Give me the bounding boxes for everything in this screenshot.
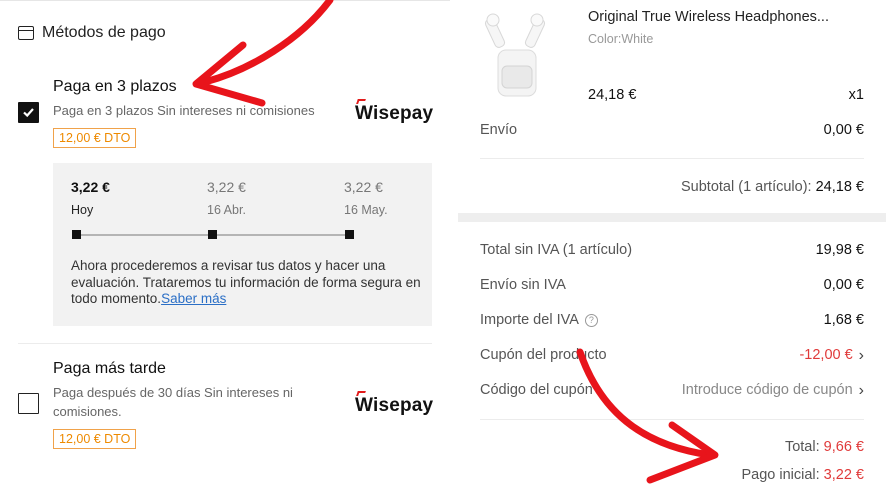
- total-value: 9,66 €: [823, 439, 864, 455]
- top-divider: [0, 0, 450, 4]
- check-icon: [23, 108, 34, 118]
- installment-2: 3,22 € 16 Abr.: [207, 179, 246, 217]
- option-title-pay-later: Paga más tarde: [53, 360, 166, 377]
- summary-value: 1,68 €: [823, 312, 864, 328]
- installment-amount: 3,22 €: [71, 179, 110, 195]
- subtotal-value: 24,18 €: [815, 179, 864, 195]
- wisepay-logo: Wisepay: [355, 99, 433, 125]
- divider: [18, 343, 432, 344]
- vat-row: Importe del IVA?: [480, 312, 598, 328]
- installments-checkbox[interactable]: [18, 102, 39, 123]
- coupon-code-row[interactable]: Introduce código de cupón ›: [682, 381, 864, 399]
- chevron-right-icon: ›: [858, 347, 864, 364]
- option-title-installments: Paga en 3 plazos: [53, 78, 177, 95]
- coupon-product-label: Cupón del producto: [480, 347, 607, 363]
- coupon-code-label: Código del cupón: [480, 382, 593, 398]
- total: Total: 9,66 €: [785, 439, 864, 455]
- payment-methods-header: Métodos de pago: [18, 24, 166, 42]
- discount-badge: 12,00 € DTO: [53, 128, 137, 148]
- product-quantity: x1: [848, 87, 864, 103]
- pay-later-checkbox[interactable]: [18, 393, 39, 414]
- initial-payment: Pago inicial: 3,22 €: [741, 467, 864, 483]
- timeline-dot: [345, 230, 354, 239]
- installment-date: 16 Abr.: [207, 203, 246, 217]
- total-label: Total:: [784, 439, 820, 455]
- product-color: Color:White: [588, 32, 654, 46]
- shipping-label: Envío: [480, 122, 518, 138]
- option-subtitle-installments: Paga en 3 plazos Sin intereses ni comisi…: [53, 103, 315, 118]
- learn-more-link[interactable]: Saber más: [161, 291, 226, 306]
- subtotal: Subtotal (1 artículo): 24,18 €: [681, 179, 864, 195]
- summary-label: Envío sin IVA: [480, 277, 566, 293]
- initial-payment-label: Pago inicial:: [741, 467, 820, 483]
- timeline-dot: [208, 230, 217, 239]
- installment-amount: 3,22 €: [207, 179, 246, 195]
- payment-methods-title: Métodos de pago: [42, 24, 166, 41]
- summary-label: Total sin IVA (1 artículo): [480, 242, 633, 258]
- installment-amount: 3,22 €: [344, 179, 383, 195]
- product-price: 24,18 €: [588, 87, 637, 103]
- summary-label: Importe del IVA: [480, 312, 579, 328]
- divider: [480, 419, 864, 420]
- coupon-code-placeholder: Introduce código de cupón: [681, 382, 853, 398]
- shipping-value: 0,00 €: [823, 122, 864, 138]
- help-icon[interactable]: ?: [584, 314, 598, 327]
- card-icon: [18, 26, 34, 40]
- installment-date: 16 May.: [344, 203, 388, 217]
- installment-plan: 3,22 € Hoy 3,22 € 16 Abr. 3,22 € 16 May.…: [53, 163, 432, 326]
- wisepay-logo: Wisepay: [355, 391, 433, 417]
- discount-badge: 12,00 € DTO: [53, 429, 137, 449]
- product-image[interactable]: [484, 12, 548, 100]
- summary-value: 19,98 €: [815, 242, 864, 258]
- chevron-right-icon: ›: [858, 382, 864, 399]
- installment-date: Hoy: [71, 203, 94, 217]
- section-gap: [458, 213, 886, 222]
- option-subtitle-pay-later: Paga después de 30 días Sin intereses ni…: [53, 385, 293, 419]
- divider: [480, 158, 864, 159]
- installment-1: 3,22 € Hoy: [71, 179, 110, 217]
- payment-methods-panel: Métodos de pago Paga en 3 plazos Paga en…: [0, 0, 450, 500]
- coupon-product-value: -12,00 €: [799, 347, 853, 363]
- subtotal-label: Subtotal (1 artículo):: [681, 179, 812, 195]
- coupon-product-row[interactable]: -12,00 € ›: [799, 346, 864, 364]
- timeline-dot: [72, 230, 81, 239]
- initial-payment-value: 3,22 €: [823, 467, 864, 483]
- installment-3: 3,22 € 16 May.: [344, 179, 388, 217]
- product-name[interactable]: Original True Wireless Headphones...: [588, 9, 858, 25]
- plan-note: Ahora procederemos a revisar tus datos y…: [71, 258, 421, 306]
- summary-value: 0,00 €: [823, 277, 864, 293]
